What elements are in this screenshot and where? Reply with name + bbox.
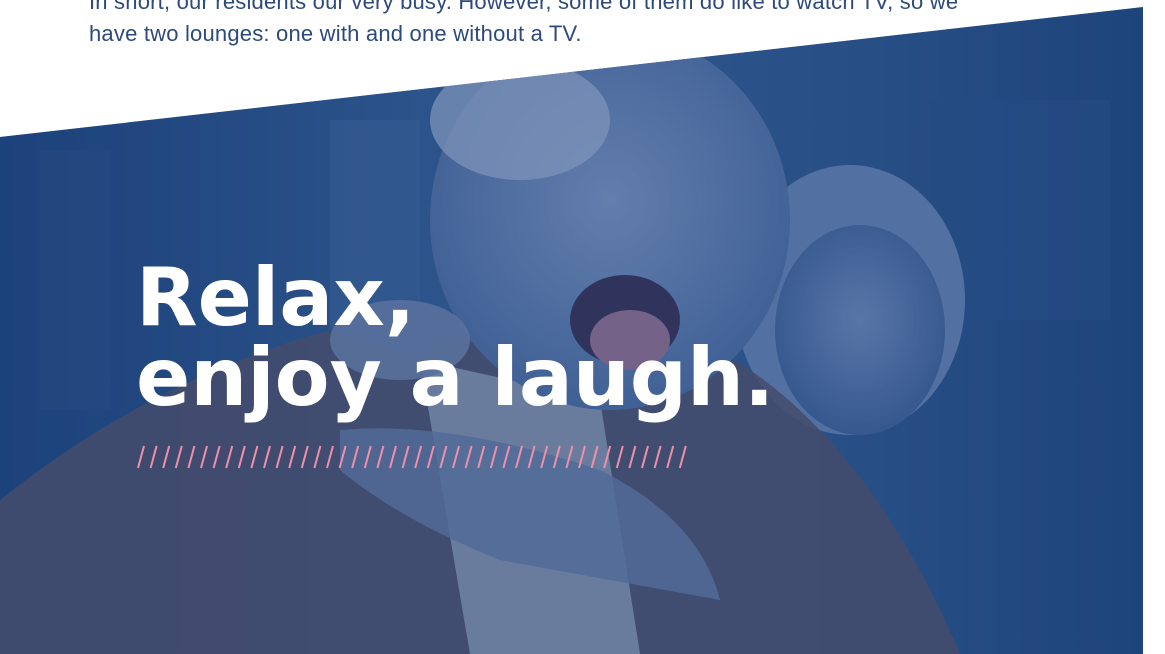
divider-slash — [338, 445, 347, 469]
divider-slash — [187, 445, 196, 469]
divider-slash — [527, 445, 536, 469]
divider-slash — [578, 445, 586, 469]
divider-slash — [653, 445, 662, 469]
divider-slash — [615, 445, 624, 469]
divider-slash — [489, 445, 498, 469]
divider-slash — [326, 445, 334, 469]
divider-slash — [603, 445, 612, 469]
divider-slash — [666, 445, 675, 469]
divider-slash — [678, 445, 687, 469]
divider-slash — [502, 445, 511, 469]
page: In short, our residents our very busy. H… — [0, 0, 1165, 654]
divider-slash — [162, 445, 171, 469]
divider-slash — [452, 445, 460, 469]
hero-heading-line-1: Relax, — [136, 251, 416, 344]
divider-slash — [414, 445, 423, 469]
hero-heading: Relax, enjoy a laugh. — [136, 258, 774, 418]
divider-slash — [540, 445, 549, 469]
divider-slash — [275, 445, 284, 469]
right-margin-strip — [1143, 0, 1165, 654]
divider-slash — [137, 445, 145, 469]
divider-slash — [313, 445, 322, 469]
divider-slash — [426, 445, 435, 469]
divider-slash — [401, 445, 410, 469]
divider-slash — [174, 445, 183, 469]
divider-slash — [376, 445, 385, 469]
divider-slash — [351, 445, 360, 469]
divider-slash — [477, 445, 486, 469]
divider-slash — [288, 445, 297, 469]
divider-slash — [515, 445, 523, 469]
divider-slash — [590, 445, 599, 469]
divider-slash — [200, 445, 208, 469]
divider-slash — [237, 445, 246, 469]
divider-slash — [439, 445, 448, 469]
divider-slash — [389, 445, 397, 469]
divider-slash — [225, 445, 234, 469]
divider-slash — [641, 445, 649, 469]
divider-slash — [363, 445, 372, 469]
divider-slash — [250, 445, 259, 469]
hero-slash-divider — [137, 445, 687, 469]
divider-slash — [464, 445, 473, 469]
divider-slash — [263, 445, 271, 469]
intro-line-1: In short, our residents our very busy. H… — [89, 0, 959, 14]
divider-slash — [300, 445, 309, 469]
divider-slash — [149, 445, 158, 469]
hero-heading-line-2: enjoy a laugh. — [136, 331, 775, 424]
hero-banner: Relax, enjoy a laugh. — [0, 7, 1143, 654]
divider-slash — [565, 445, 574, 469]
divider-slash — [552, 445, 561, 469]
divider-slash — [212, 445, 221, 469]
divider-slash — [628, 445, 637, 469]
